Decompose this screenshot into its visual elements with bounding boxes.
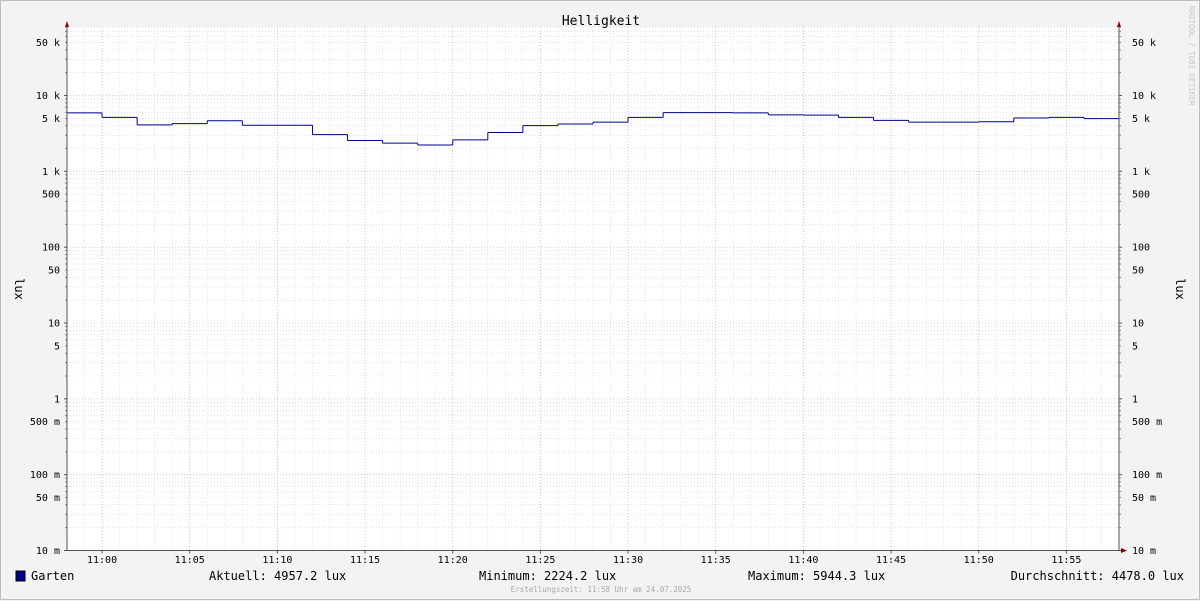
y-tick-label-right: 500 <box>1132 190 1150 201</box>
stat-minimum: Minimum: 2224.2 lux <box>479 569 616 583</box>
y-tick-label-left: 100 <box>42 243 60 254</box>
y-tick-label-left: 50 k <box>36 38 60 49</box>
y-ticks-right: 50 k 10 k 5 k 1 k 500 100 50 10 5 1 500 m 100 m 50 m… <box>1132 38 1162 557</box>
x-axis-arrow <box>1121 548 1127 553</box>
stat-current: Aktuell: 4957.2 lux <box>209 569 346 583</box>
y-tick-label-left: 100 m <box>30 470 60 481</box>
y-tick-label-left: 10 <box>48 318 60 329</box>
x-tick-label: 11:30 <box>613 555 643 566</box>
x-tick-label: 11:20 <box>438 555 468 566</box>
y-tick-label-right: 100 <box>1132 243 1150 254</box>
y-tick-label-right: 5 <box>1132 341 1138 352</box>
y-axis-label-left: lux <box>12 278 26 300</box>
y-tick-label-right: 100 m <box>1132 470 1162 481</box>
y-tick-label-left: 5 <box>54 341 60 352</box>
y-axis-arrow-right <box>1117 21 1121 27</box>
y-tick-label-left: 50 <box>48 265 60 276</box>
y-tick-label-left: 5 k <box>42 114 60 125</box>
legend-swatch-garten <box>15 570 26 582</box>
y-tick-label-right: 50 k <box>1132 38 1156 49</box>
y-tick-label-left: 500 m <box>30 417 60 428</box>
watermark: RRDTOOL / TOBI OETIKER <box>1187 6 1196 106</box>
y-tick-label-right: 50 m <box>1132 493 1156 504</box>
x-tick-label: 11:50 <box>964 555 994 566</box>
y-axis-arrow-left <box>65 21 69 27</box>
y-tick-label-left: 10 k <box>36 91 60 102</box>
y-tick-label-right: 10 <box>1132 318 1144 329</box>
x-tick-label: 11:15 <box>350 555 380 566</box>
stat-maximum: Maximum: 5944.3 lux <box>748 569 885 583</box>
x-tick-label: 11:40 <box>788 555 818 566</box>
y-tick-label-left: 50 m <box>36 493 60 504</box>
x-ticks: 11:00 11:05 11:10 11:15 11:20 11:25 11:30 11:35… <box>87 550 1081 566</box>
x-tick-label: 11:00 <box>87 555 117 566</box>
stat-average: Durchschnitt: 4478.0 lux <box>1011 569 1184 583</box>
x-tick-label: 11:25 <box>525 555 555 566</box>
y-tick-label-right: 5 k <box>1132 114 1150 125</box>
y-tick-label-left: 10 m <box>36 546 60 557</box>
x-tick-label: 11:35 <box>701 555 731 566</box>
y-tick-label-right: 10 m <box>1132 546 1156 557</box>
y-tick-label-right: 1 <box>1132 394 1138 405</box>
y-tick-label-right: 1 k <box>1132 167 1150 178</box>
x-tick-label: 11:05 <box>175 555 205 566</box>
y-tick-label-left: 1 <box>54 394 60 405</box>
x-tick-label: 11:55 <box>1051 555 1081 566</box>
legend: Garten <box>15 569 74 583</box>
y-tick-label-right: 500 m <box>1132 417 1162 428</box>
chart-title: Helligkeit <box>562 14 640 29</box>
x-tick-label: 11:45 <box>876 555 906 566</box>
y-ticks-left: 50 k 10 k 5 k 1 k 500 100 50 10 5 1 500 m 100 m 50 m… <box>30 38 60 557</box>
y-tick-label-right: 50 <box>1132 265 1144 276</box>
y-axis-label-right: lux <box>1173 278 1187 300</box>
graph-frame: Helligkeit RRDTOOL / TOBI OETIKER lux lu… <box>0 0 1200 600</box>
creation-time: Erstellungszeit: 11:58 Uhr am 24.07.2025 <box>511 585 692 594</box>
x-tick-label: 11:10 <box>262 555 292 566</box>
y-tick-label-right: 10 k <box>1132 91 1156 102</box>
legend-label-garten: Garten <box>31 569 74 583</box>
brightness-chart: Helligkeit RRDTOOL / TOBI OETIKER lux lu… <box>12 6 1196 594</box>
y-tick-label-left: 1 k <box>42 167 60 178</box>
y-tick-label-left: 500 <box>42 190 60 201</box>
